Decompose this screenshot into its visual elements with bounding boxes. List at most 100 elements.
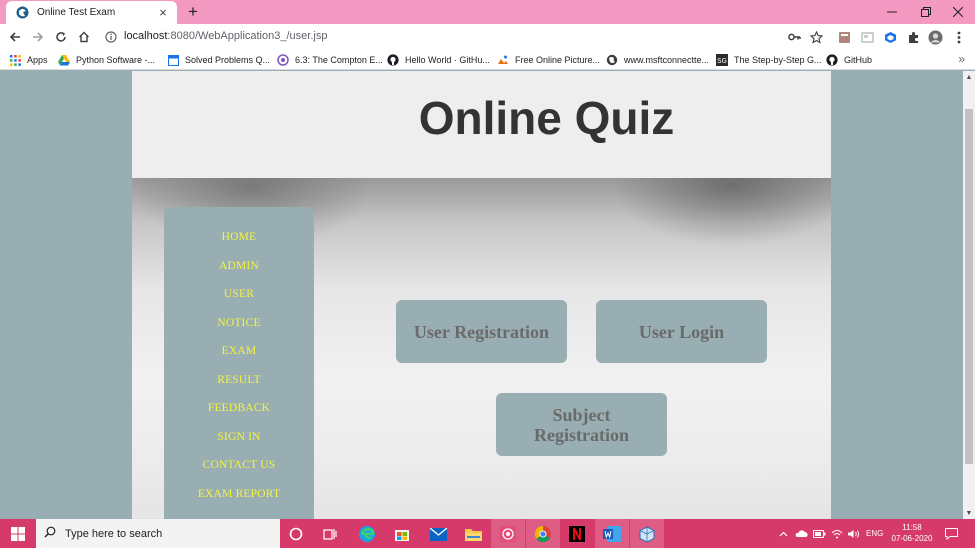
taskbar-clock[interactable]: 11:58 07-06-2020 [886,522,938,544]
nav-contact-us[interactable]: CONTACT US [164,459,314,471]
nav-notice[interactable]: NOTICE [164,317,314,329]
bookmarks-more-icon[interactable]: » [958,52,965,66]
nav-exam-report[interactable]: EXAM REPORT [164,488,314,500]
page-viewport: Online Quiz HOME ADMIN USER NOTICE EXAM … [0,71,963,519]
nav-feedback[interactable]: FEEDBACK [164,402,314,414]
search-icon [44,525,56,543]
page-title: Online Quiz [418,92,675,144]
browser-titlebar: Online Test Exam × + [0,0,975,24]
google-drive-icon [58,54,70,66]
close-window-icon[interactable] [942,0,974,24]
windows-start-icon[interactable] [0,519,36,548]
pdf-extension-icon[interactable] [836,29,852,45]
sidebar-nav: HOME ADMIN USER NOTICE EXAM RESULT FEEDB… [164,207,314,519]
nav-exam[interactable]: EXAM [164,345,314,357]
bookmark-label: Python Software -... [76,55,156,65]
bookmark-github[interactable]: GitHub [826,53,872,67]
restore-icon[interactable] [910,0,942,24]
bookmark-star-icon[interactable] [808,29,824,45]
bookmark-hello-world[interactable]: Hello World · GitHu... [387,53,490,67]
file-explorer-icon[interactable] [463,524,483,544]
bookmark-apps[interactable]: Apps [9,53,48,67]
libretexts-icon [277,54,289,66]
extension-window-icon[interactable] [859,29,875,45]
scroll-down-icon[interactable]: ▼ [963,510,975,517]
nav-admin[interactable]: ADMIN [164,260,314,272]
bookmark-label: Solved Problems Q... [185,55,271,65]
extension-cube-icon[interactable] [882,29,898,45]
bookmark-msftconnect[interactable]: www.msftconnectte... [606,53,709,67]
virtualbox-icon[interactable] [637,524,657,544]
task-view-icon[interactable] [320,524,340,544]
bookmark-label: Free Online Picture... [515,55,601,65]
show-hidden-icons[interactable] [779,519,788,548]
search-placeholder: Type here to search [65,527,163,540]
nav-home[interactable]: HOME [164,231,314,243]
profile-avatar[interactable] [927,29,943,45]
apps-grid-icon [9,54,21,66]
tab-favicon-icon [15,6,29,20]
forward-icon[interactable] [29,28,47,46]
svg-text:SG: SG [717,57,727,65]
address-bar[interactable]: localhost:8080/WebApplication3_/user.jsp [124,30,327,42]
bookmark-label: www.msftconnectte... [624,55,710,65]
taskbar-search-box[interactable]: Type here to search [36,519,280,548]
bookmarks-bar: Apps Python Software -... Solved Problem… [0,50,975,70]
bookmark-solved-problems[interactable]: Solved Problems Q... [167,53,270,67]
notifications-icon[interactable] [945,519,958,548]
bookmark-compton[interactable]: 6.3: The Compton E... [277,53,383,67]
language-indicator[interactable]: ENG [866,519,883,548]
cortana-icon[interactable] [286,524,306,544]
back-icon[interactable] [6,28,24,46]
github-icon [826,54,838,66]
user-registration-button[interactable]: User Registration [396,300,567,363]
mail-icon[interactable] [428,524,448,544]
browser-toolbar: localhost:8080/WebApplication3_/user.jsp [0,24,975,50]
edge-icon[interactable] [357,524,377,544]
chrome-icon[interactable] [533,524,553,544]
windows-taskbar: Type here to search ENG 11:58 07-06-2020 [0,519,975,548]
picture-icon [497,54,509,66]
nav-user[interactable]: USER [164,288,314,300]
github-icon [387,54,399,66]
user-login-button[interactable]: User Login [596,300,767,363]
site-info-icon[interactable] [102,28,120,46]
bookmark-python-software[interactable]: Python Software -... [58,53,155,67]
word-icon[interactable] [602,524,622,544]
page-icon [167,54,179,66]
home-icon[interactable] [75,28,93,46]
nav-sign-in[interactable]: SIGN IN [164,431,314,443]
bookmark-label: GitHub [844,55,873,65]
whatsapp-icon[interactable] [498,524,518,544]
bookmark-step-by-step[interactable]: SG The Step-by-Step G... [716,53,822,67]
bookmark-label: Hello World · GitHu... [405,55,490,65]
bookmark-label: The Step-by-Step G... [734,55,822,65]
clock-date: 07-06-2020 [891,534,933,543]
minimize-icon[interactable] [876,0,908,24]
tab-title: Online Test Exam [37,7,116,18]
scrollbar-thumb[interactable] [965,109,973,464]
browser-menu-icon[interactable] [951,29,967,45]
subject-registration-button[interactable]: Subject Registration [496,393,667,456]
new-tab-button[interactable]: + [184,1,202,23]
onedrive-icon[interactable] [795,519,808,548]
bookmark-label: 6.3: The Compton E... [295,55,383,65]
extensions-puzzle-icon[interactable] [905,29,921,45]
volume-icon[interactable] [848,519,860,548]
globe-icon [606,54,618,66]
url-host: localhost [124,30,168,42]
browser-tab[interactable]: Online Test Exam × [6,1,177,24]
store-icon[interactable] [392,524,412,544]
bookmark-free-online-picture[interactable]: Free Online Picture... [497,53,600,67]
vertical-scrollbar[interactable]: ▲ ▼ [963,71,975,519]
url-path: :8080/WebApplication3_/user.jsp [167,30,328,42]
netflix-icon[interactable] [567,524,587,544]
wifi-icon[interactable] [831,519,843,548]
badge-icon: SG [716,54,728,66]
key-icon[interactable] [786,29,802,45]
scroll-up-icon[interactable]: ▲ [963,74,975,81]
tab-close-icon[interactable]: × [155,5,171,20]
reload-icon[interactable] [52,28,70,46]
battery-icon[interactable] [813,519,826,548]
nav-result[interactable]: RESULT [164,374,314,386]
